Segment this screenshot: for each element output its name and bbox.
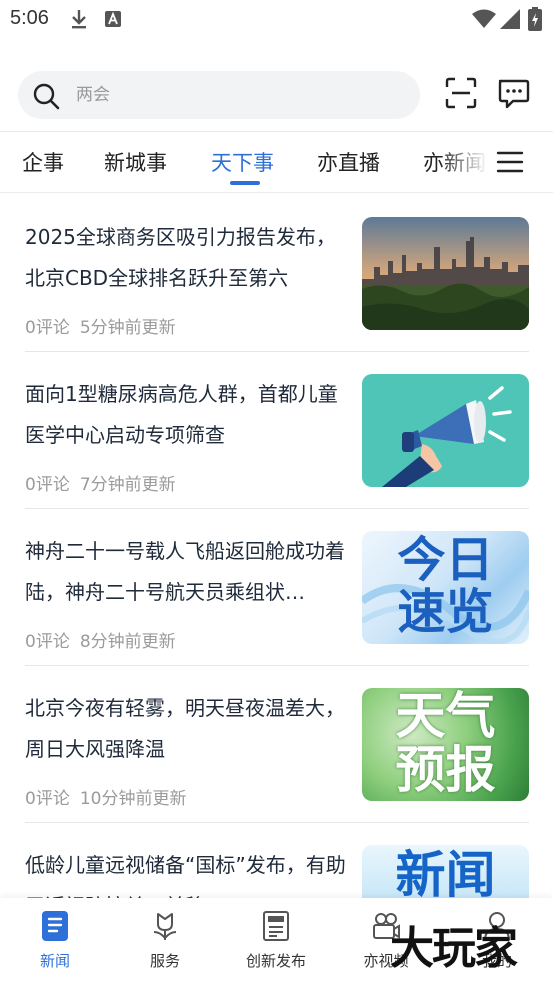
status-time: 5:06 xyxy=(10,7,49,29)
download-icon xyxy=(72,10,86,29)
update-time: 7分钟前更新 xyxy=(79,475,176,495)
article-divider xyxy=(25,508,529,509)
active-tab-indicator xyxy=(230,181,260,185)
article-meta: 0评论 7分钟前更新 xyxy=(25,470,176,495)
thumb-text-line2: 速览 xyxy=(397,584,494,640)
battery-icon xyxy=(528,7,542,31)
search-icon xyxy=(33,83,60,110)
thumb-text: 新闻 xyxy=(395,846,496,904)
article-meta: 0评论 5分钟前更新 xyxy=(25,313,176,338)
nav-label: 创新发布 xyxy=(245,952,306,970)
category-tabs: 企事 新城事 天下事 亦直播 亦新闻 xyxy=(0,132,553,192)
comment-count: 0评论 xyxy=(25,475,70,495)
thumb-text-line1: 今日 xyxy=(397,532,494,588)
search-bar[interactable] xyxy=(18,71,420,119)
comment-count: 0评论 xyxy=(25,318,70,338)
article-item[interactable]: 神舟二十一号载人飞船返回舱成功着陆，神舟二十号航天员乘组状… 0评论 8分钟前更新… xyxy=(25,531,529,688)
search-input[interactable] xyxy=(76,82,396,108)
article-item[interactable]: 北京今夜有轻雾，明天昼夜温差大，周日大风强降温 0评论 10分钟前更新 天气 预报 xyxy=(25,688,529,845)
news-icon xyxy=(42,911,68,941)
article-divider xyxy=(25,665,529,666)
thumb-text-line2: 预报 xyxy=(395,741,496,799)
thumb-text-line1: 天气 xyxy=(395,688,496,745)
tabs-divider xyxy=(0,192,553,193)
article-meta: 0评论 8分钟前更新 xyxy=(25,627,176,652)
article-title[interactable]: 神舟二十一号载人飞船返回舱成功着陆，神舟二十号航天员乘组状… xyxy=(25,531,350,613)
article-meta: 0评论 10分钟前更新 xyxy=(25,784,186,809)
app-notification-icon xyxy=(105,11,121,27)
article-title[interactable]: 北京今夜有轻雾，明天昼夜温差大，周日大风强降温 xyxy=(25,688,350,770)
comment-count: 0评论 xyxy=(25,789,70,809)
tab-fade xyxy=(440,132,500,192)
today-summary-thumbnail[interactable]: 今日 速览 xyxy=(362,531,529,644)
nav-label: 新闻 xyxy=(39,952,70,970)
service-icon xyxy=(153,913,177,940)
city-skyline-thumbnail[interactable] xyxy=(362,217,529,330)
article-title[interactable]: 2025全球商务区吸引力报告发布，北京CBD全球排名跃升至第六 xyxy=(25,217,350,299)
tab-yizhibo[interactable]: 亦直播 xyxy=(317,147,380,177)
signal-icon xyxy=(500,9,520,29)
status-bar: 5:06 xyxy=(0,0,553,40)
nav-publish[interactable]: 创新发布 xyxy=(221,910,331,976)
article-item[interactable]: 2025全球商务区吸引力报告发布，北京CBD全球排名跃升至第六 0评论 5分钟前更… xyxy=(25,217,529,374)
scan-icon[interactable] xyxy=(444,76,478,110)
weather-forecast-thumbnail[interactable]: 天气 预报 xyxy=(362,688,529,801)
update-time: 8分钟前更新 xyxy=(79,632,176,652)
nav-service[interactable]: 服务 xyxy=(110,910,220,976)
watermark: 大玩家 xyxy=(390,923,518,974)
nav-label: 服务 xyxy=(149,952,180,970)
article-divider xyxy=(25,351,529,352)
publish-icon xyxy=(263,911,289,941)
tab-qishi[interactable]: 企事 xyxy=(22,147,64,177)
update-time: 10分钟前更新 xyxy=(79,789,187,809)
article-divider xyxy=(25,822,529,823)
comment-count: 0评论 xyxy=(25,632,70,652)
nav-news[interactable]: 新闻 xyxy=(0,910,110,976)
message-icon[interactable] xyxy=(496,76,530,110)
tab-xinchengshi[interactable]: 新城事 xyxy=(104,147,167,177)
article-item[interactable]: 面向1型糖尿病高危人群，首都儿童医学中心启动专项筛查 0评论 7分钟前更新 xyxy=(25,374,529,531)
update-time: 5分钟前更新 xyxy=(79,318,176,338)
menu-icon[interactable] xyxy=(496,150,524,174)
article-title[interactable]: 面向1型糖尿病高危人群，首都儿童医学中心启动专项筛查 xyxy=(25,374,350,456)
megaphone-thumbnail[interactable] xyxy=(362,374,529,487)
wifi-icon xyxy=(472,9,496,28)
tab-tianxiashi[interactable]: 天下事 xyxy=(211,147,274,177)
